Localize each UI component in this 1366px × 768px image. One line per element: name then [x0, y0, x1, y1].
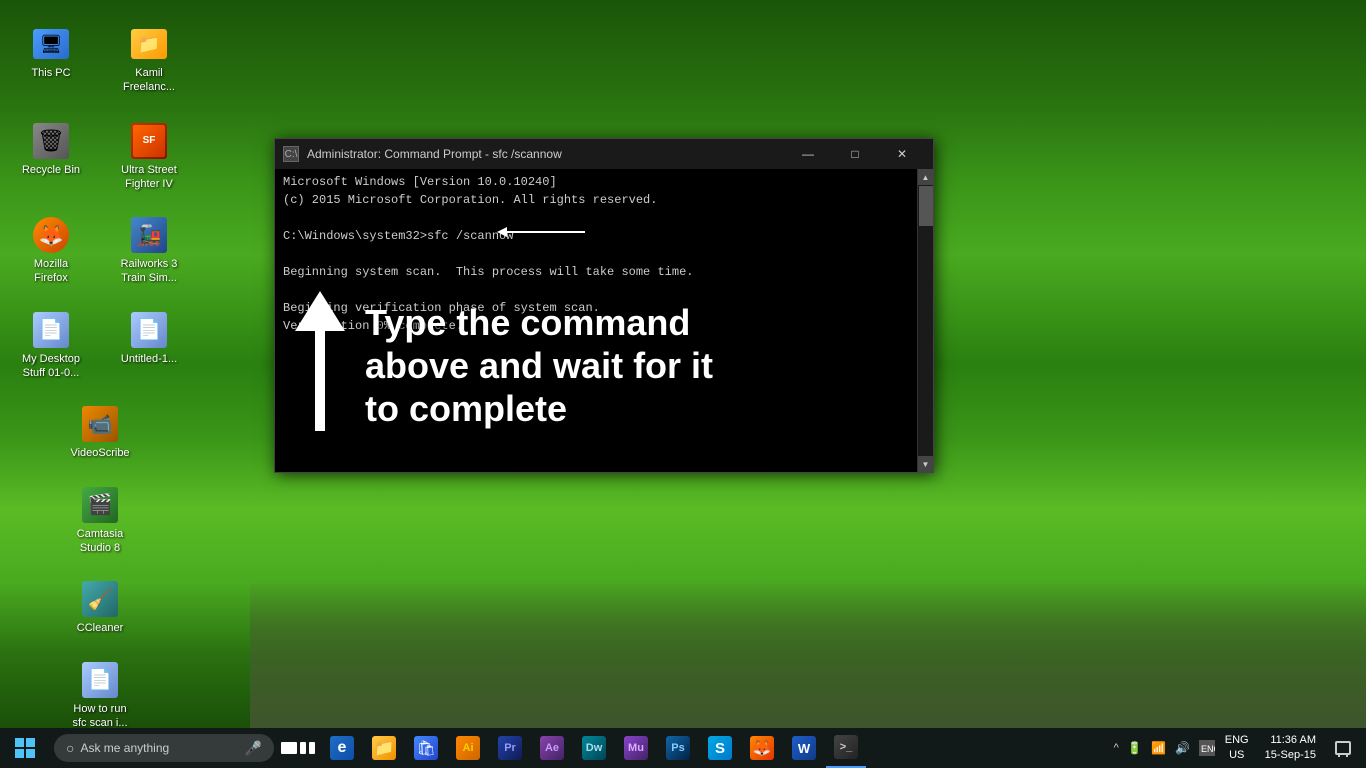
after-effects-icon: Ae — [540, 736, 564, 760]
scrollbar-down-button[interactable]: ▼ — [918, 456, 934, 472]
taskbar-app-photoshop[interactable]: Ps — [658, 728, 698, 768]
taskbar-system-tray: ^ 🔋 📶 🔊 ENG ENG US 11:36 AM 15-Sep-15 — [1104, 728, 1366, 768]
taskbar-clock[interactable]: 11:36 AM 15-Sep-15 — [1257, 733, 1324, 764]
cmd-window-controls: — □ ✕ — [785, 139, 925, 169]
scrollbar-thumb[interactable] — [919, 186, 933, 226]
skype-icon: S — [708, 736, 732, 760]
desktop-icon-label-kamil: KamilFreelanc... — [123, 66, 175, 95]
cmd-window: C:\ Administrator: Command Prompt - sfc … — [274, 138, 934, 473]
desktop-icon-kamil[interactable]: 📁 KamilFreelanc... — [109, 20, 189, 99]
word-icon: W — [792, 736, 816, 760]
dreamweaver-icon: Dw — [582, 736, 606, 760]
arrow-line-graphic — [505, 231, 585, 233]
desktop-icon-label-my-desktop: My DesktopStuff 01-0... — [22, 352, 80, 381]
desktop-icon-recycle-bin[interactable]: 🗑 Recycle Bin — [11, 117, 91, 196]
taskbar: ○ Ask me anything 🎤 e 📁 🛍 — [0, 728, 1366, 768]
desktop-icon-camtasia[interactable]: 🎬 CamtasiaStudio 8 — [60, 481, 140, 560]
tray-ime-icon[interactable]: ENG — [1197, 728, 1217, 768]
premiere-icon: Pr — [498, 736, 522, 760]
windows-logo-icon — [15, 738, 35, 758]
task-view-button[interactable] — [278, 728, 318, 768]
desktop-icon-videoscribe[interactable]: 📹 VideoScribe — [60, 400, 140, 464]
taskbar-search[interactable]: ○ Ask me anything 🎤 — [54, 734, 274, 762]
start-button[interactable] — [0, 728, 50, 768]
tray-battery-icon[interactable]: 🔋 — [1125, 728, 1145, 768]
desktop-icon-label-railworks: Railworks 3Train Sim... — [121, 257, 178, 286]
cmd-arrow-indicator — [505, 231, 585, 233]
taskbar-app-muse[interactable]: Mu — [616, 728, 656, 768]
cmd-minimize-button[interactable]: — — [785, 139, 831, 169]
desktop-icon-firefox[interactable]: 🦊 MozillaFirefox — [11, 211, 91, 290]
taskbar-app-after-effects[interactable]: Ae — [532, 728, 572, 768]
notification-center-button[interactable] — [1328, 728, 1358, 768]
cmd-body: Microsoft Windows [Version 10.0.10240] (… — [275, 169, 933, 472]
taskbar-app-firefox[interactable]: 🦊 — [742, 728, 782, 768]
taskbar-app-edge[interactable]: e — [322, 728, 362, 768]
taskbar-app-dreamweaver[interactable]: Dw — [574, 728, 614, 768]
desktop-icon-label-camtasia: CamtasiaStudio 8 — [77, 527, 123, 556]
taskbar-language[interactable]: ENG US — [1221, 733, 1253, 764]
taskbar-app-powershell[interactable]: >_ — [826, 728, 866, 768]
desktop-icon-label-how-to-run: How to runsfc scan i... — [72, 702, 127, 731]
search-icon: ○ — [66, 740, 74, 756]
desktop-icon-label-sf: Ultra StreetFighter IV — [121, 163, 177, 192]
cmd-scrollbar[interactable]: ▲ ▼ — [917, 169, 933, 472]
taskbar-app-word[interactable]: W — [784, 728, 824, 768]
powershell-icon: >_ — [834, 735, 858, 759]
cmd-close-button[interactable]: ✕ — [879, 139, 925, 169]
taskbar-app-store[interactable]: 🛍 — [406, 728, 446, 768]
region-label: US — [1229, 748, 1244, 763]
file-explorer-icon: 📁 — [372, 736, 396, 760]
illustrator-icon: Ai — [456, 736, 480, 760]
desktop-icon-label-firefox: MozillaFirefox — [34, 257, 68, 286]
desktop-icon-street-fighter[interactable]: SF Ultra StreetFighter IV — [109, 117, 189, 196]
desktop-icon-label-this-pc: This PC — [31, 66, 70, 80]
tray-volume-icon[interactable]: 🔊 — [1173, 728, 1193, 768]
tray-network-icon[interactable]: 📶 — [1149, 728, 1169, 768]
taskbar-app-skype[interactable]: S — [700, 728, 740, 768]
desktop-icon-label-untitled: Untitled-1... — [121, 352, 177, 366]
desktop-icon-how-to-run[interactable]: 📄 How to runsfc scan i... — [60, 656, 140, 735]
muse-icon: Mu — [624, 736, 648, 760]
desktop-icon-ccleaner[interactable]: 🧹 CCleaner — [60, 575, 140, 639]
notification-icon — [1335, 741, 1351, 755]
firefox-taskbar-icon: 🦊 — [750, 736, 774, 760]
desktop-icon-label-videoscribe: VideoScribe — [70, 446, 129, 460]
scrollbar-track — [918, 185, 933, 456]
desktop-icon-my-desktop[interactable]: 📄 My DesktopStuff 01-0... — [11, 306, 91, 385]
svg-text:ENG: ENG — [1201, 744, 1215, 754]
taskbar-app-explorer[interactable]: 📁 — [364, 728, 404, 768]
photoshop-icon: Ps — [666, 736, 690, 760]
search-text: Ask me anything — [80, 741, 169, 755]
task-view-icon — [281, 742, 315, 754]
cmd-content-text[interactable]: Microsoft Windows [Version 10.0.10240] (… — [275, 169, 917, 472]
tray-expand-button[interactable]: ^ — [1112, 742, 1121, 754]
desktop-icon-label-ccleaner: CCleaner — [77, 621, 123, 635]
clock-date: 15-Sep-15 — [1265, 748, 1316, 763]
desktop-icons-area: 🖥 This PC 📁 KamilFreelanc... 🗑 Recycle B… — [0, 0, 200, 730]
desktop: 🖥 This PC 📁 KamilFreelanc... 🗑 Recycle B… — [0, 0, 1366, 768]
cmd-window-icon: C:\ — [283, 146, 299, 162]
taskbar-app-illustrator[interactable]: Ai — [448, 728, 488, 768]
desktop-icon-label-recycle: Recycle Bin — [22, 163, 80, 177]
clock-time: 11:36 AM — [1270, 733, 1316, 748]
cmd-title: Administrator: Command Prompt - sfc /sca… — [307, 147, 785, 161]
desktop-icon-untitled[interactable]: 📄 Untitled-1... — [109, 306, 189, 385]
microphone-icon: 🎤 — [245, 740, 262, 757]
desktop-icon-this-pc[interactable]: 🖥 This PC — [11, 20, 91, 99]
taskbar-apps: e 📁 🛍 Ai Pr Ae Dw — [318, 728, 1104, 768]
cmd-titlebar: C:\ Administrator: Command Prompt - sfc … — [275, 139, 933, 169]
edge-icon: e — [330, 736, 354, 760]
taskbar-app-premiere[interactable]: Pr — [490, 728, 530, 768]
desktop-icon-railworks[interactable]: 🚂 Railworks 3Train Sim... — [109, 211, 189, 290]
cmd-maximize-button[interactable]: □ — [832, 139, 878, 169]
road-overlay — [250, 578, 1366, 728]
language-label: ENG — [1225, 733, 1249, 748]
store-icon: 🛍 — [414, 736, 438, 760]
scrollbar-up-button[interactable]: ▲ — [918, 169, 934, 185]
